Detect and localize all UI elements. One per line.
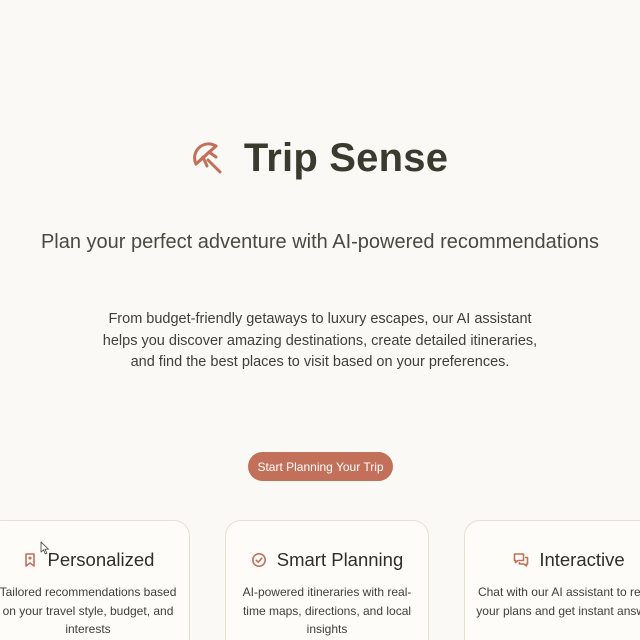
hero-tagline: Plan your perfect adventure with AI-powe… bbox=[40, 231, 600, 253]
mouse-cursor-icon bbox=[40, 541, 49, 555]
feature-description: Chat with our AI assistant to refine you… bbox=[476, 585, 640, 618]
hero-description: From budget-friendly getaways to luxury … bbox=[102, 311, 538, 371]
feature-card-smart-planning: Smart Planning AI-powered itineraries wi… bbox=[225, 520, 429, 640]
chat-icon bbox=[514, 553, 529, 567]
feature-title: Personalized bbox=[47, 549, 155, 570]
feature-description: Tailored recommendations based on your t… bbox=[0, 585, 177, 636]
app-title: Trip Sense bbox=[243, 136, 449, 180]
umbrella-icon bbox=[192, 141, 222, 173]
feature-title: Smart Planning bbox=[276, 549, 404, 570]
bookmark-icon bbox=[24, 553, 35, 567]
start-planning-button[interactable]: Start Planning Your Trip bbox=[248, 452, 393, 481]
brand-header: Trip Sense bbox=[0, 136, 640, 181]
feature-card-interactive: Interactive Chat with our AI assistant t… bbox=[464, 520, 640, 640]
feature-card-header: Smart Planning bbox=[226, 549, 428, 571]
feature-title: Interactive bbox=[539, 549, 625, 570]
feature-card-header: Personalized bbox=[0, 549, 189, 571]
feature-description: AI-powered itineraries with real-time ma… bbox=[242, 585, 412, 636]
landing-page: Trip Sense Plan your perfect adventure w… bbox=[0, 0, 640, 640]
feature-card-personalized: Personalized Tailored recommendations ba… bbox=[0, 520, 190, 640]
check-circle-icon bbox=[251, 553, 266, 567]
feature-card-header: Interactive bbox=[465, 549, 640, 571]
